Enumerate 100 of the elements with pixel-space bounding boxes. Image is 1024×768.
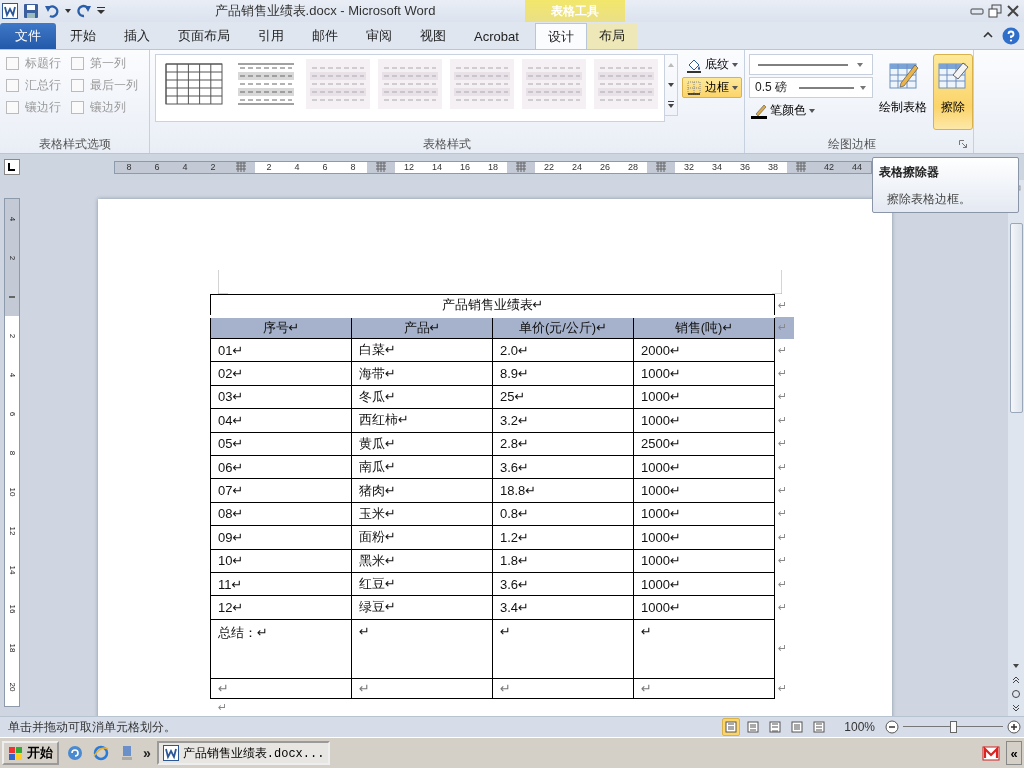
column-marker-icon[interactable] (376, 162, 386, 172)
column-marker-icon[interactable] (516, 162, 526, 172)
ribbon-tab[interactable]: 文件 (0, 23, 56, 49)
ruler-number: 20 (8, 682, 16, 691)
table-cell: 1.2↵ (492, 525, 634, 549)
dropdown-caret-icon[interactable] (65, 9, 71, 13)
save-icon[interactable] (23, 3, 39, 19)
zoom-level[interactable]: 100% (844, 720, 875, 734)
undo-icon[interactable] (44, 3, 60, 19)
windows-flag-icon (8, 745, 24, 761)
zoom-out-icon[interactable] (885, 720, 899, 734)
line-weight-dropdown[interactable]: 0.5 磅 (749, 77, 873, 98)
table-style-thumbnail[interactable] (304, 59, 372, 109)
ribbon-tab[interactable]: 设计 (534, 23, 587, 49)
eraser-button[interactable]: 擦除 (933, 54, 973, 130)
row-end-mark: ↵ (774, 294, 794, 317)
desktop-icon[interactable] (119, 745, 135, 761)
close-icon[interactable] (1006, 4, 1020, 18)
ruler-number: 6 (8, 411, 16, 416)
ribbon-tab[interactable]: 引用 (244, 23, 298, 49)
ruler-number: 6 (143, 161, 171, 173)
previous-page-icon[interactable] (1011, 675, 1021, 685)
ribbon-tab[interactable]: 布局 (586, 23, 637, 49)
table-cell: 黑米↵ (351, 549, 493, 573)
ribbon-tab[interactable]: 插入 (110, 23, 164, 49)
table-cell: ↵ (633, 619, 775, 679)
table-cell: 18.8↵ (492, 478, 634, 503)
column-marker-icon[interactable] (656, 162, 666, 172)
table-style-thumbnail[interactable] (376, 59, 444, 109)
word-icon[interactable] (2, 3, 18, 19)
help-icon[interactable] (1002, 27, 1020, 45)
column-header: 销售(吨)↵ (633, 316, 775, 339)
horizontal-ruler[interactable]: 8 6 4 2 2 4 6 8 12 14 16 18 22 24 26 28 32 34 36 38 42 44 (114, 160, 872, 174)
ruler-number: 18 (8, 643, 16, 652)
row-end-mark: ↵ (774, 338, 794, 362)
checkbox[interactable] (6, 56, 19, 70)
caret-icon (809, 108, 815, 113)
view-mode-icon[interactable] (722, 718, 741, 736)
ruler-number: 16 (8, 604, 16, 613)
table-cell: 3.2↵ (492, 408, 634, 433)
browse-object-icon[interactable] (1011, 689, 1021, 699)
scroll-thumb[interactable] (1009, 223, 1023, 413)
customize-menu-icon[interactable] (97, 7, 105, 15)
table-cell: 1000↵ (633, 525, 775, 549)
browser-icon[interactable] (93, 745, 109, 761)
table-cell: 猪肉↵ (351, 478, 493, 503)
mail-app-icon[interactable] (982, 744, 1000, 762)
row-end-mark: ↵ (774, 361, 794, 386)
next-page-icon[interactable] (1011, 703, 1021, 713)
column-marker-icon[interactable] (796, 162, 806, 172)
table-cell: 03↵ (210, 385, 352, 409)
table-cell: 8.9↵ (492, 361, 634, 386)
ribbon-tab[interactable]: 视图 (406, 23, 460, 49)
ribbon-tab[interactable]: Acrobat (460, 23, 533, 49)
ruler-number: 8 (8, 450, 16, 455)
vertical-scrollbar[interactable] (1008, 180, 1024, 716)
checkbox[interactable] (71, 78, 84, 92)
checkbox[interactable] (71, 100, 84, 114)
table-cell: 海带↵ (351, 361, 493, 386)
pen-color-button[interactable]: 笔颜色 (749, 100, 817, 121)
ruler-number: 2 (199, 161, 227, 173)
row-end-mark: ↵ (774, 385, 794, 409)
refresh-app-icon[interactable] (67, 745, 83, 761)
group-label: 绘图边框 (827, 136, 877, 153)
restore-icon[interactable] (988, 4, 1002, 18)
more-items[interactable]: » (143, 745, 151, 761)
ribbon-tab[interactable]: 页面布局 (164, 23, 244, 49)
column-marker-icon[interactable] (236, 162, 246, 172)
context-tab-label: 表格工具 (525, 0, 625, 22)
vertical-ruler[interactable]: 4 2 2 4 6 8 10 12 14 16 18 20 (4, 198, 20, 707)
zoom-slider[interactable] (903, 720, 1003, 734)
checkbox[interactable] (71, 56, 84, 70)
checkbox-label: 最后一列 (90, 76, 138, 94)
borders-button[interactable]: 边框 (682, 77, 742, 98)
row-end-mark: ↵ (774, 502, 794, 526)
table-cell: 2500↵ (633, 432, 775, 456)
ribbon-tab[interactable]: 审阅 (352, 23, 406, 49)
table-style-thumbnail[interactable] (448, 59, 516, 109)
ruler-number: 4 (171, 161, 199, 173)
line-style-dropdown[interactable] (749, 54, 873, 75)
draw-table-button[interactable]: 绘制表格 (875, 54, 931, 130)
ribbon-tab[interactable]: 开始 (56, 23, 110, 49)
table-style-thumbnail[interactable] (520, 59, 588, 109)
checkbox[interactable] (6, 78, 19, 92)
row-end-mark: ↵ (774, 432, 794, 456)
tab-stop-icon[interactable] (4, 159, 20, 175)
zoom-in-icon[interactable] (1007, 720, 1021, 734)
slider-thumb[interactable] (950, 721, 957, 733)
table-cell: 1000↵ (633, 408, 775, 433)
checkbox-label: 汇总行 (25, 76, 61, 94)
checkbox[interactable] (6, 100, 19, 114)
shading-button[interactable]: 底纹 (682, 54, 742, 75)
redo-icon[interactable] (76, 3, 92, 19)
start-button[interactable]: 开始 (2, 741, 59, 765)
taskbar-window-button[interactable]: 产品销售业绩表.docx... (156, 741, 331, 765)
ribbon-tab[interactable]: 邮件 (298, 23, 352, 49)
expand-tray-button[interactable]: « (1006, 741, 1022, 765)
dialog-launcher-icon[interactable] (959, 140, 967, 148)
ruler-number: 12 (8, 526, 16, 535)
table-style-thumbnail[interactable] (592, 59, 660, 109)
